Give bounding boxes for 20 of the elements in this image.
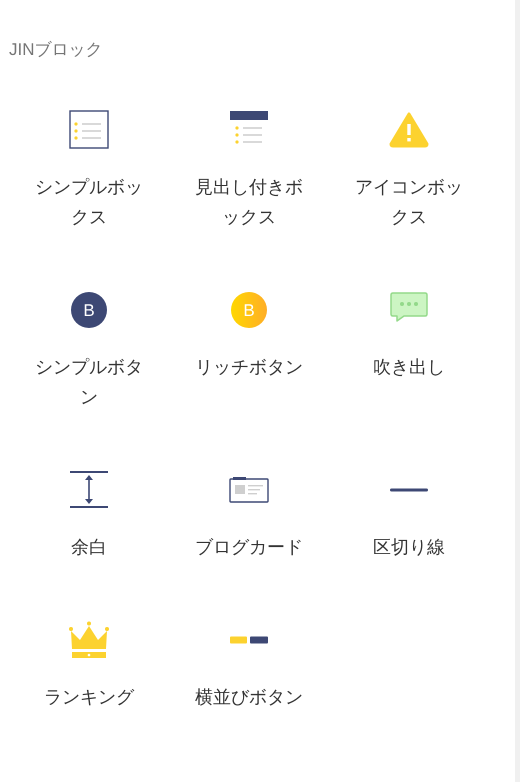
warning-icon xyxy=(389,110,429,150)
letter-circle-icon: B xyxy=(229,290,269,330)
block-button[interactable]: ブログカード xyxy=(169,450,329,582)
panel-title: JINブロック xyxy=(8,39,104,61)
vertical-spacing-icon xyxy=(69,470,109,510)
block-button[interactable]: 余白 xyxy=(9,450,169,582)
block-button[interactable]: 見出し付きボックス xyxy=(169,90,329,252)
horizontal-line-icon xyxy=(389,488,429,492)
block-button[interactable]: 区切り線 xyxy=(329,450,489,582)
block-button[interactable]: B シンプルボタン xyxy=(9,270,169,432)
block-button[interactable]: シンプルボックス xyxy=(9,90,169,252)
block-button[interactable]: 吹き出し xyxy=(329,270,489,432)
block-button[interactable]: B リッチボタン xyxy=(169,270,329,432)
block-button[interactable]: アイコンボックス xyxy=(329,90,489,252)
block-button[interactable]: 横並びボタン xyxy=(169,600,329,732)
crown-icon xyxy=(69,620,109,660)
block-button[interactable]: ランキング xyxy=(9,600,169,732)
list-box-icon xyxy=(69,110,109,150)
letter-circle-icon: B xyxy=(69,290,109,330)
button-pair-icon xyxy=(229,636,269,644)
